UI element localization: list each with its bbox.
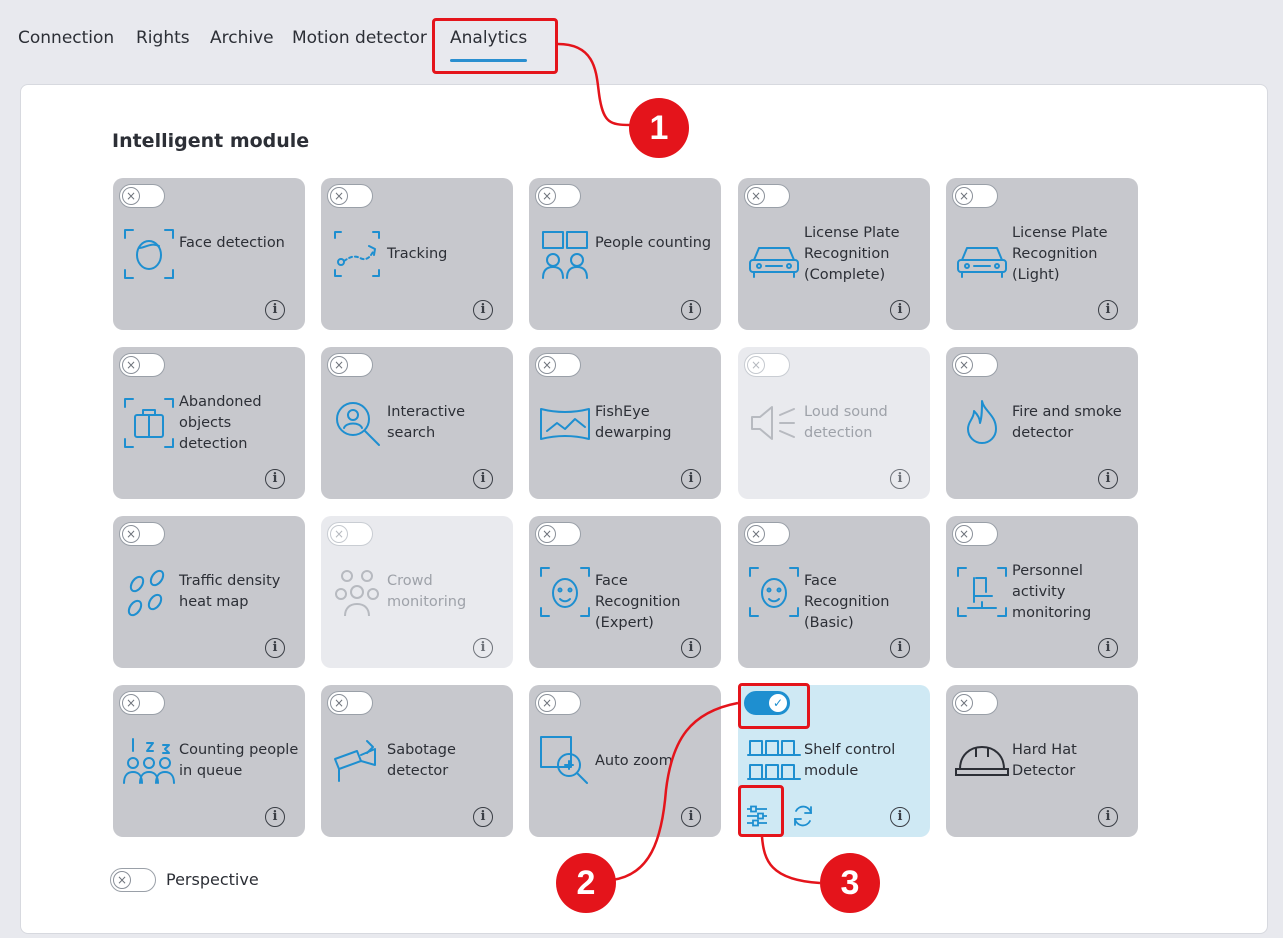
callout-badge-1: 1 (629, 98, 689, 158)
callout-badge-2: 2 (556, 853, 616, 913)
callout-badge-3: 3 (820, 853, 880, 913)
